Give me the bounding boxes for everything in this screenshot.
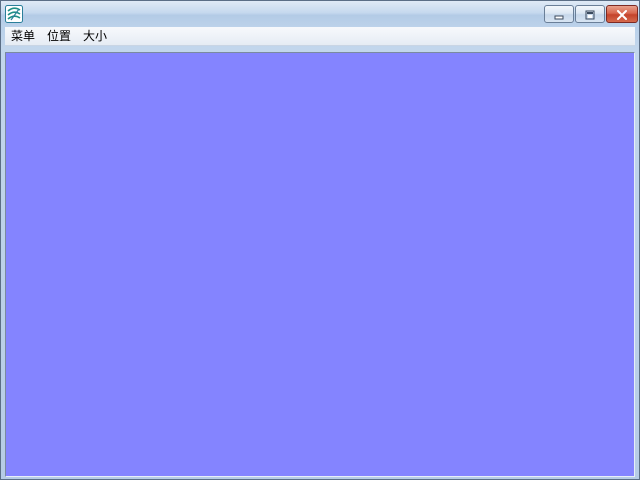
maximize-icon xyxy=(584,5,596,24)
title-bar[interactable] xyxy=(1,1,639,27)
application-window: 菜单 位置 大小 xyxy=(0,0,640,480)
menu-item-menu[interactable]: 菜单 xyxy=(5,27,41,45)
menu-item-position[interactable]: 位置 xyxy=(41,27,77,45)
client-frame xyxy=(5,52,635,477)
menu-bar: 菜单 位置 大小 xyxy=(5,27,635,46)
maximize-button[interactable] xyxy=(575,5,605,23)
minimize-icon xyxy=(553,5,565,24)
minimize-button[interactable] xyxy=(544,5,574,23)
caption-buttons xyxy=(543,5,638,23)
client-area[interactable] xyxy=(6,53,634,476)
menu-item-size[interactable]: 大小 xyxy=(77,27,113,45)
app-logo-icon[interactable] xyxy=(5,5,23,23)
close-icon xyxy=(616,5,628,24)
close-button[interactable] xyxy=(606,5,638,23)
